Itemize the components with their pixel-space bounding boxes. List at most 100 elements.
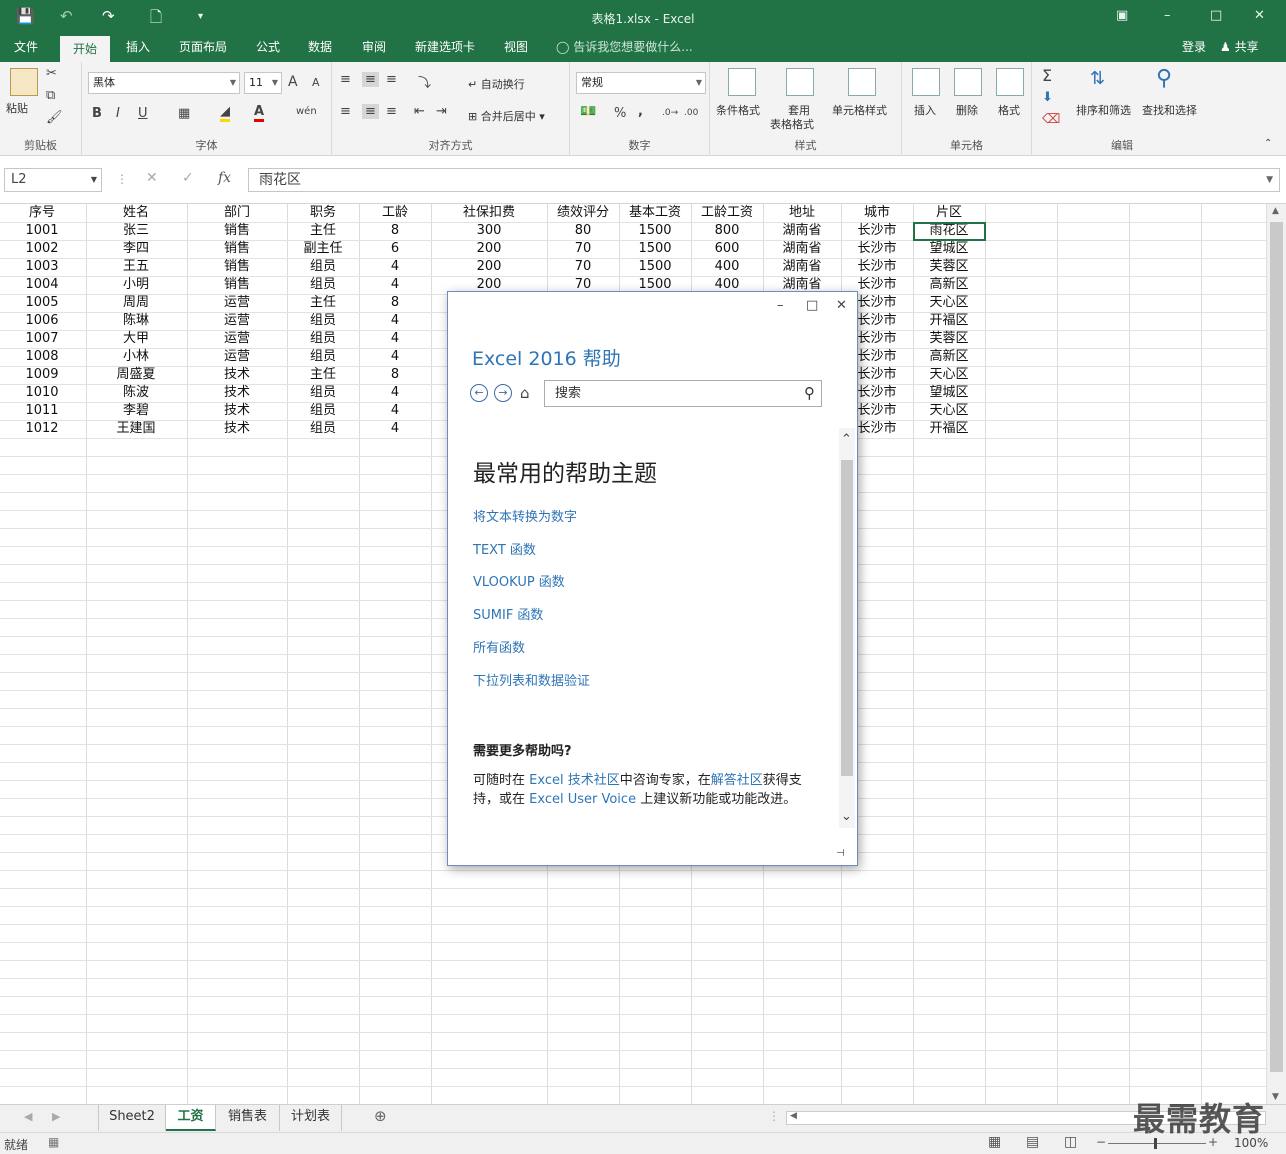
search-icon[interactable]: ⚲ (804, 381, 815, 406)
align-bottom-icon[interactable]: ≡ (386, 72, 397, 87)
table-cell[interactable]: 湖南省 (762, 258, 842, 276)
table-cell[interactable]: 组员 (283, 312, 363, 330)
zoom-out-icon[interactable]: − (1096, 1135, 1106, 1149)
pin-icon[interactable]: ⊣ (836, 848, 845, 859)
table-cell[interactable]: 4 (355, 348, 435, 366)
table-cell[interactable]: 1007 (2, 330, 82, 348)
table-cell[interactable]: 1006 (2, 312, 82, 330)
table-cell[interactable]: 运营 (197, 294, 277, 312)
table-cell[interactable]: 小林 (96, 348, 176, 366)
help-link-dropdown-validation[interactable]: 下拉列表和数据验证 (473, 670, 590, 689)
paste-icon[interactable] (10, 68, 38, 96)
delete-cells-button[interactable]: 删除 (956, 102, 978, 118)
tech-community-link[interactable]: Excel 技术社区 (529, 773, 620, 788)
cell-styles-button[interactable]: 单元格样式 (832, 102, 887, 118)
table-cell[interactable]: 组员 (283, 258, 363, 276)
page-layout-view-icon[interactable]: ▤ (1026, 1134, 1039, 1150)
conditional-format-button[interactable]: 条件格式 (716, 102, 760, 118)
table-cell[interactable]: 1500 (615, 258, 695, 276)
sheet-tab-sales[interactable]: 销售表 (216, 1105, 280, 1131)
tab-page-layout[interactable]: 页面布局 (170, 36, 236, 62)
split-handle-icon[interactable]: ⋮ (768, 1109, 780, 1123)
format-table-line2[interactable]: 表格格式 (770, 116, 814, 132)
table-cell[interactable]: 600 (687, 240, 767, 258)
italic-button[interactable]: I (116, 106, 120, 121)
drag-handle-icon[interactable]: ⋮ (116, 172, 128, 186)
help-link-sumif[interactable]: SUMIF 函数 (473, 604, 543, 623)
format-cells-icon[interactable] (996, 68, 1024, 96)
help-search-input[interactable]: 搜索 ⚲ (544, 380, 822, 407)
page-break-view-icon[interactable]: ◫ (1064, 1134, 1077, 1150)
paste-button[interactable]: 粘贴 (6, 100, 28, 116)
clear-icon[interactable]: ⌫ (1042, 112, 1060, 127)
normal-view-icon[interactable]: ▦ (988, 1134, 1001, 1150)
scroll-down-icon[interactable]: ⌄ (841, 809, 852, 824)
tab-file[interactable]: 文件 (4, 36, 48, 62)
currency-icon[interactable]: 💵 (580, 104, 596, 119)
table-cell[interactable]: 李碧 (96, 402, 176, 420)
font-size-select[interactable]: 11 ▼ (244, 72, 282, 94)
forward-icon[interactable]: → (494, 384, 512, 402)
sort-filter-icon[interactable]: ⇅ (1090, 68, 1105, 89)
table-cell[interactable]: 4 (355, 258, 435, 276)
ribbon-display-icon[interactable]: ▣ (1116, 8, 1128, 23)
table-cell[interactable]: 湖南省 (762, 240, 842, 258)
tab-view[interactable]: 视图 (494, 36, 538, 62)
format-cells-button[interactable]: 格式 (998, 102, 1020, 118)
scroll-right-icon[interactable]: ▶ (52, 1110, 60, 1123)
scroll-down-icon[interactable]: ▼ (1272, 1092, 1279, 1102)
phonetic-icon[interactable]: wén (296, 106, 317, 117)
header-cell[interactable]: 社保扣费 (449, 204, 529, 222)
table-cell[interactable]: 4 (355, 276, 435, 294)
home-icon[interactable]: ⌂ (520, 384, 530, 402)
number-format-select[interactable]: 常规 ▼ (576, 72, 706, 94)
copy-icon[interactable]: ⧉ (46, 88, 55, 103)
header-cell[interactable]: 地址 (762, 204, 842, 222)
tab-home[interactable]: 开始 (60, 36, 110, 62)
table-cell[interactable]: 1010 (2, 384, 82, 402)
orientation-icon[interactable]: ⤵ (418, 72, 431, 91)
table-cell[interactable]: 800 (687, 222, 767, 240)
table-cell[interactable]: 300 (449, 222, 529, 240)
user-voice-link[interactable]: Excel User Voice (529, 792, 636, 807)
formula-input[interactable]: 雨花区 ▼ (248, 168, 1280, 192)
table-cell[interactable]: 高新区 (909, 348, 989, 366)
font-name-select[interactable]: 黑体 ▼ (88, 72, 240, 94)
table-cell[interactable]: 副主任 (283, 240, 363, 258)
bold-button[interactable]: B (92, 106, 102, 121)
scroll-thumb[interactable] (1270, 222, 1283, 1072)
table-cell[interactable]: 陈波 (96, 384, 176, 402)
scroll-up-icon[interactable]: ▲ (1272, 206, 1279, 216)
table-cell[interactable]: 高新区 (909, 276, 989, 294)
table-cell[interactable]: 1005 (2, 294, 82, 312)
table-cell[interactable]: 技术 (197, 402, 277, 420)
help-link-all-functions[interactable]: 所有函数 (473, 637, 525, 656)
tab-review[interactable]: 审阅 (352, 36, 396, 62)
table-cell[interactable]: 200 (449, 258, 529, 276)
font-color-icon[interactable]: A (254, 104, 265, 122)
table-cell[interactable]: 运营 (197, 312, 277, 330)
table-cell[interactable]: 技术 (197, 384, 277, 402)
insert-cells-button[interactable]: 插入 (914, 102, 936, 118)
help-maximize-icon[interactable]: □ (806, 298, 818, 313)
table-cell[interactable]: 4 (355, 402, 435, 420)
table-cell[interactable]: 运营 (197, 330, 277, 348)
table-cell[interactable]: 1008 (2, 348, 82, 366)
table-cell[interactable]: 大甲 (96, 330, 176, 348)
table-cell[interactable]: 4 (355, 330, 435, 348)
table-cell[interactable]: 70 (543, 240, 623, 258)
table-cell[interactable]: 雨花区 (909, 222, 989, 240)
help-scroll-thumb[interactable] (841, 460, 853, 776)
sheet-tab-salary[interactable]: 工资 (166, 1105, 216, 1131)
table-cell[interactable]: 4 (355, 384, 435, 402)
table-cell[interactable]: 张三 (96, 222, 176, 240)
enter-icon[interactable]: ✓ (182, 170, 194, 186)
table-cell[interactable]: 组员 (283, 276, 363, 294)
zoom-slider[interactable] (1108, 1143, 1206, 1144)
scroll-up-icon[interactable]: ⌃ (841, 432, 852, 447)
header-cell[interactable]: 姓名 (96, 204, 176, 222)
table-cell[interactable]: 销售 (197, 258, 277, 276)
help-close-icon[interactable]: ✕ (836, 298, 847, 313)
table-cell[interactable]: 1009 (2, 366, 82, 384)
table-cell[interactable]: 望城区 (909, 384, 989, 402)
